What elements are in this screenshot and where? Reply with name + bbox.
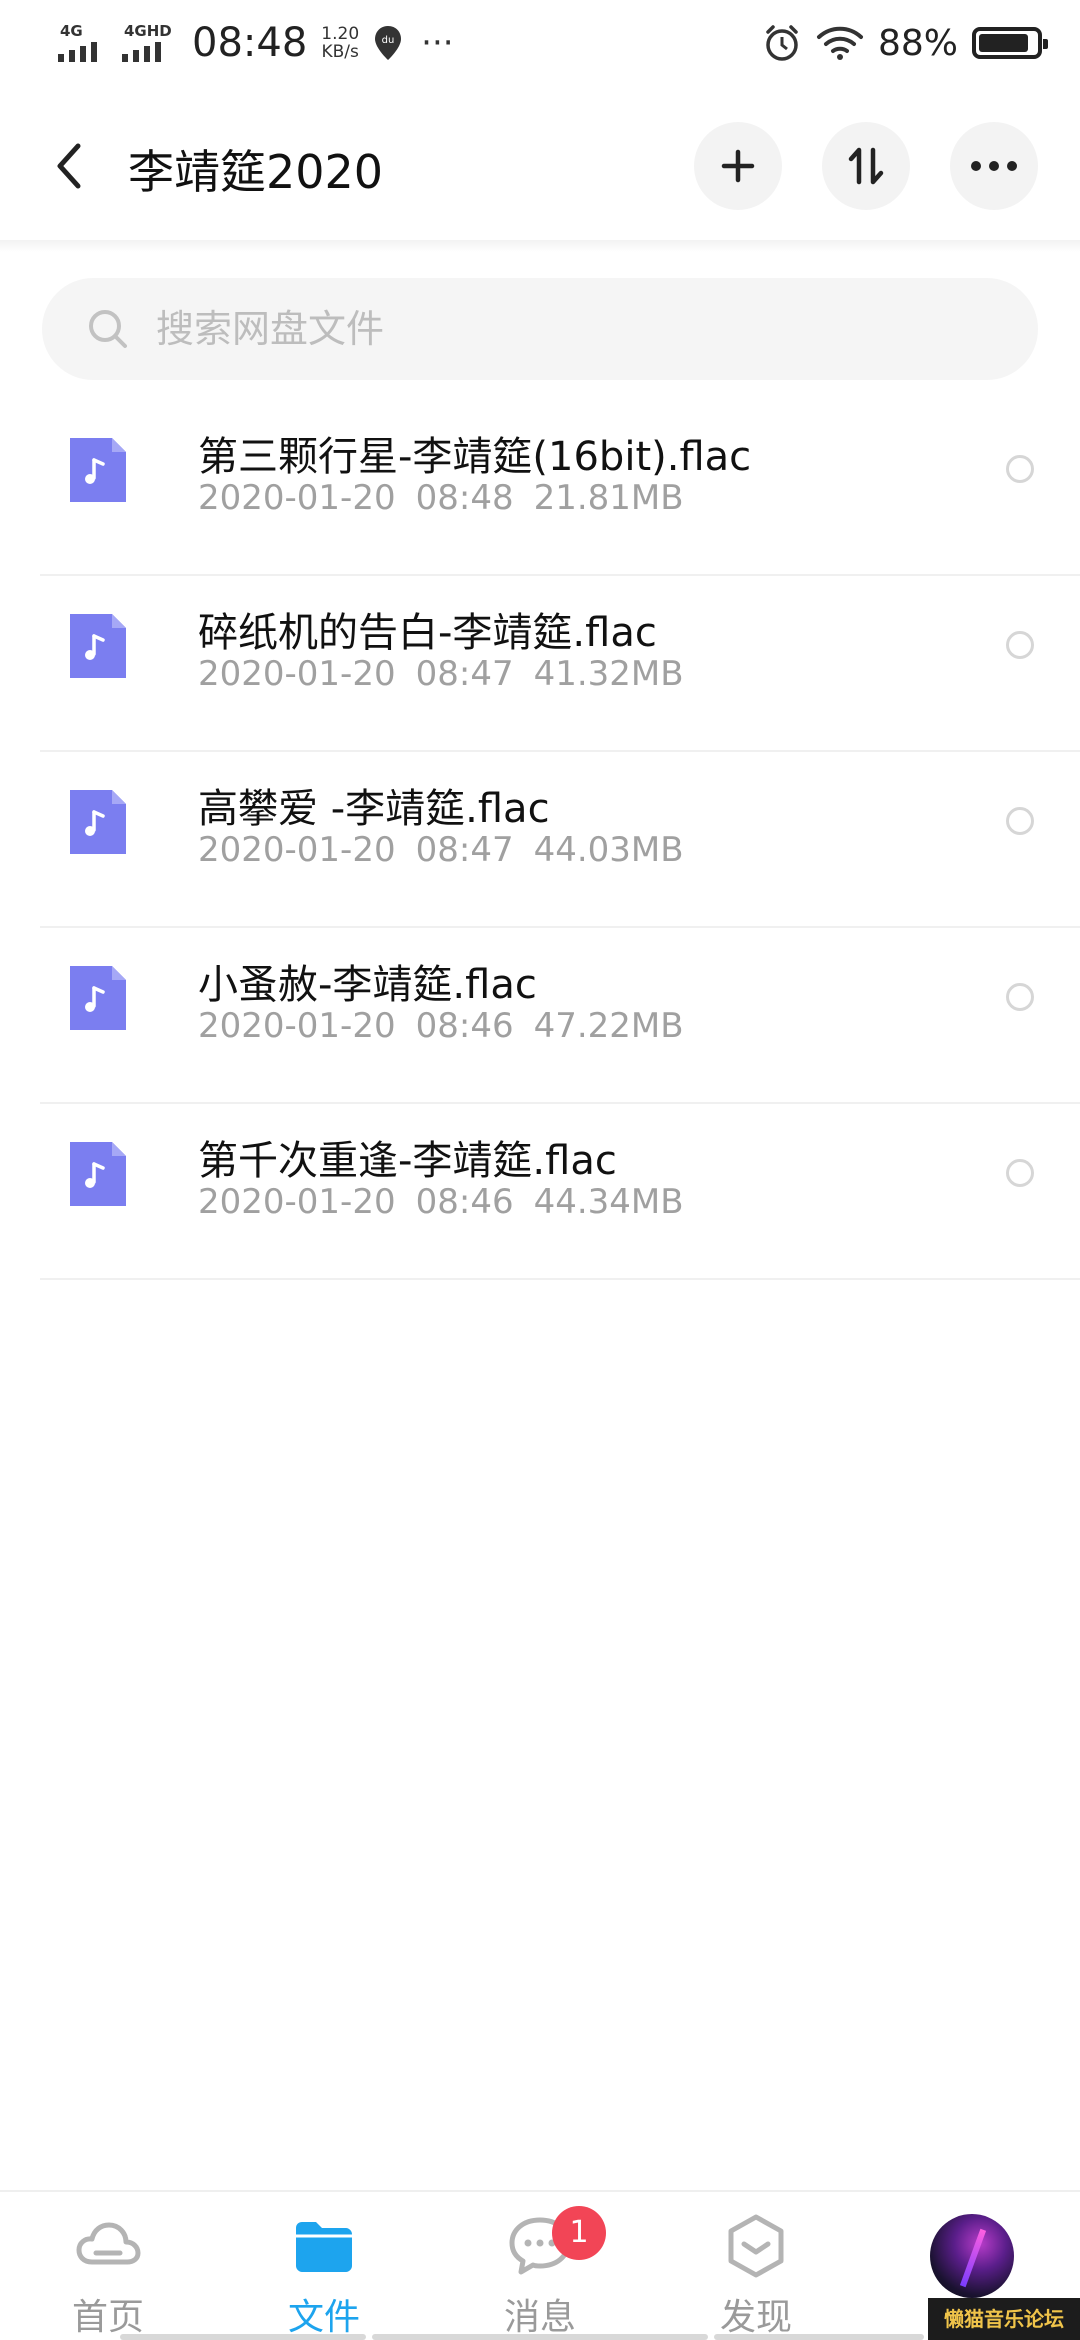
tab-home[interactable]: 首页 [28,2210,188,2340]
tab-messages-label: 消息 [503,2297,576,2338]
plus-icon [721,149,755,183]
file-row[interactable]: 碎纸机的告白-李靖筵.flac 2020-01-20 08:47 41.32MB [0,576,1080,752]
file-date: 2020-01-20 [198,1006,396,1046]
network-speed-value: 1.20 [321,24,360,44]
header-divider [0,240,1080,252]
watermark-badge: 懒猫音乐论坛 [928,2298,1080,2340]
search-bar[interactable] [42,278,1038,380]
status-time: 08:48 [192,20,308,66]
network-speed-unit: KB/s [321,42,359,62]
tab-home-label: 首页 [71,2297,144,2338]
select-radio[interactable] [1006,631,1034,659]
battery-icon [972,27,1048,59]
file-size: 44.03MB [533,830,684,870]
sort-arrows-icon [848,147,884,185]
page-title: 李靖筵2020 [128,145,384,199]
folder-icon [296,2222,352,2272]
file-meta: 2020-01-20 08:47 44.03MB [198,830,704,870]
file-meta: 2020-01-20 08:46 47.22MB [198,1006,704,1046]
file-time: 08:47 [415,654,514,694]
file-row[interactable]: 第千次重逢-李靖筵.flac 2020-01-20 08:46 44.34MB [0,1104,1080,1280]
sort-button[interactable] [822,122,910,210]
file-meta: 2020-01-20 08:48 21.81MB [198,478,704,518]
status-bar: 4G 4GHD 08:48 1.20 KB/s du ··· 88% [0,0,1080,84]
signal-icon-sim2: 4GHD [122,22,172,64]
signal-label-sim1: 4G [60,22,83,40]
file-date: 2020-01-20 [198,1182,396,1222]
search-input[interactable] [156,307,956,351]
music-file-icon [70,966,126,1030]
file-date: 2020-01-20 [198,830,396,870]
header: 李靖筵2020 [0,100,1080,230]
alarm-icon [766,25,798,61]
signal-label-sim2: 4GHD [124,22,172,40]
more-options-button[interactable] [950,122,1038,210]
gesture-bar-segment [714,2334,924,2340]
tab-files-label: 文件 [287,2297,360,2338]
tab-messages[interactable]: 1 消息 [460,2206,620,2340]
file-name: 高攀爱 -李靖筵.flac [198,786,550,832]
location-badge-text: du [382,35,395,46]
more-dots-icon [971,161,1017,171]
tab-discover[interactable]: 发现 [676,2210,836,2340]
file-size: 47.22MB [533,1006,684,1046]
file-list: 第三颗行星-李靖筵(16bit).flac 2020-01-20 08:48 21.… [0,400,1080,1280]
avatar[interactable] [930,2214,1014,2298]
file-size: 41.32MB [533,654,684,694]
messages-badge: 1 [552,2206,606,2260]
file-size: 44.34MB [533,1182,684,1222]
music-file-icon [70,790,126,854]
status-more-icon: ··· [421,23,454,63]
file-row[interactable]: 第三颗行星-李靖筵(16bit).flac 2020-01-20 08:48 21.… [0,400,1080,576]
battery-fill [979,34,1028,52]
add-button[interactable] [694,122,782,210]
file-size: 21.81MB [533,478,684,518]
cloud-icon [76,2222,141,2265]
network-speed: 1.20 KB/s [321,25,359,61]
row-divider [40,1278,1080,1280]
wifi-icon [816,26,863,60]
file-name: 碎纸机的告白-李靖筵.flac [198,610,657,656]
select-radio[interactable] [1006,1159,1034,1187]
file-name: 第千次重逢-李靖筵.flac [198,1138,617,1184]
status-left: 4G 4GHD 08:48 1.20 KB/s du ··· [58,18,454,68]
file-name: 小蚤赦-李靖筵.flac [198,962,537,1008]
select-radio[interactable] [1006,983,1034,1011]
file-time: 08:48 [415,478,514,518]
file-meta: 2020-01-20 08:47 41.32MB [198,654,704,694]
discover-hexagon-icon [728,2214,784,2278]
file-meta: 2020-01-20 08:46 44.34MB [198,1182,704,1222]
bottom-tab-bar: 首页 文件 1 消息 发现 [0,2190,1080,2340]
file-time: 08:47 [415,830,514,870]
select-radio[interactable] [1006,807,1034,835]
file-row[interactable]: 小蚤赦-李靖筵.flac 2020-01-20 08:46 47.22MB [0,928,1080,1104]
music-file-icon [70,614,126,678]
file-time: 08:46 [415,1182,514,1222]
music-file-icon [70,1142,126,1206]
select-radio[interactable] [1006,455,1034,483]
gesture-bar-segment [372,2334,708,2340]
location-pin-icon: du [375,26,402,60]
status-right: 88% [762,18,1048,68]
signal-icon-sim1: 4G [58,22,108,64]
file-time: 08:46 [415,1006,514,1046]
search-icon [89,310,127,348]
back-arrow-icon[interactable] [50,136,90,196]
battery-percent: 88% [877,22,958,64]
tab-files[interactable]: 文件 [244,2210,404,2340]
file-row[interactable]: 高攀爱 -李靖筵.flac 2020-01-20 08:47 44.03MB [0,752,1080,928]
music-file-icon [70,438,126,502]
gesture-bar-segment [120,2334,366,2340]
tab-discover-label: 发现 [719,2297,792,2338]
file-name: 第三颗行星-李靖筵(16bit).flac [198,434,752,480]
file-date: 2020-01-20 [198,478,396,518]
file-date: 2020-01-20 [198,654,396,694]
